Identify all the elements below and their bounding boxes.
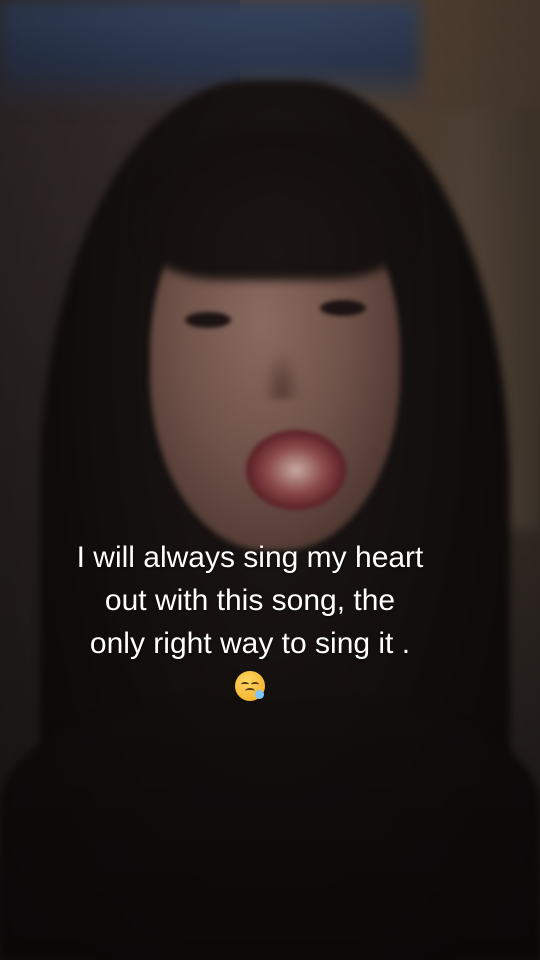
caption-line-3: only right way to sing it . <box>89 627 411 660</box>
caption-line-2: out with this song, the <box>104 584 396 617</box>
caption-line-1: I will always sing my heart <box>76 541 424 574</box>
sleepy-face-emoji-icon <box>235 671 265 701</box>
video-frame[interactable]: I will always sing my heart out with thi… <box>0 0 540 960</box>
video-scene <box>0 0 540 960</box>
video-caption: I will always sing my heart out with thi… <box>20 536 480 708</box>
caption-emoji-line <box>20 665 480 708</box>
vignette <box>0 0 540 960</box>
